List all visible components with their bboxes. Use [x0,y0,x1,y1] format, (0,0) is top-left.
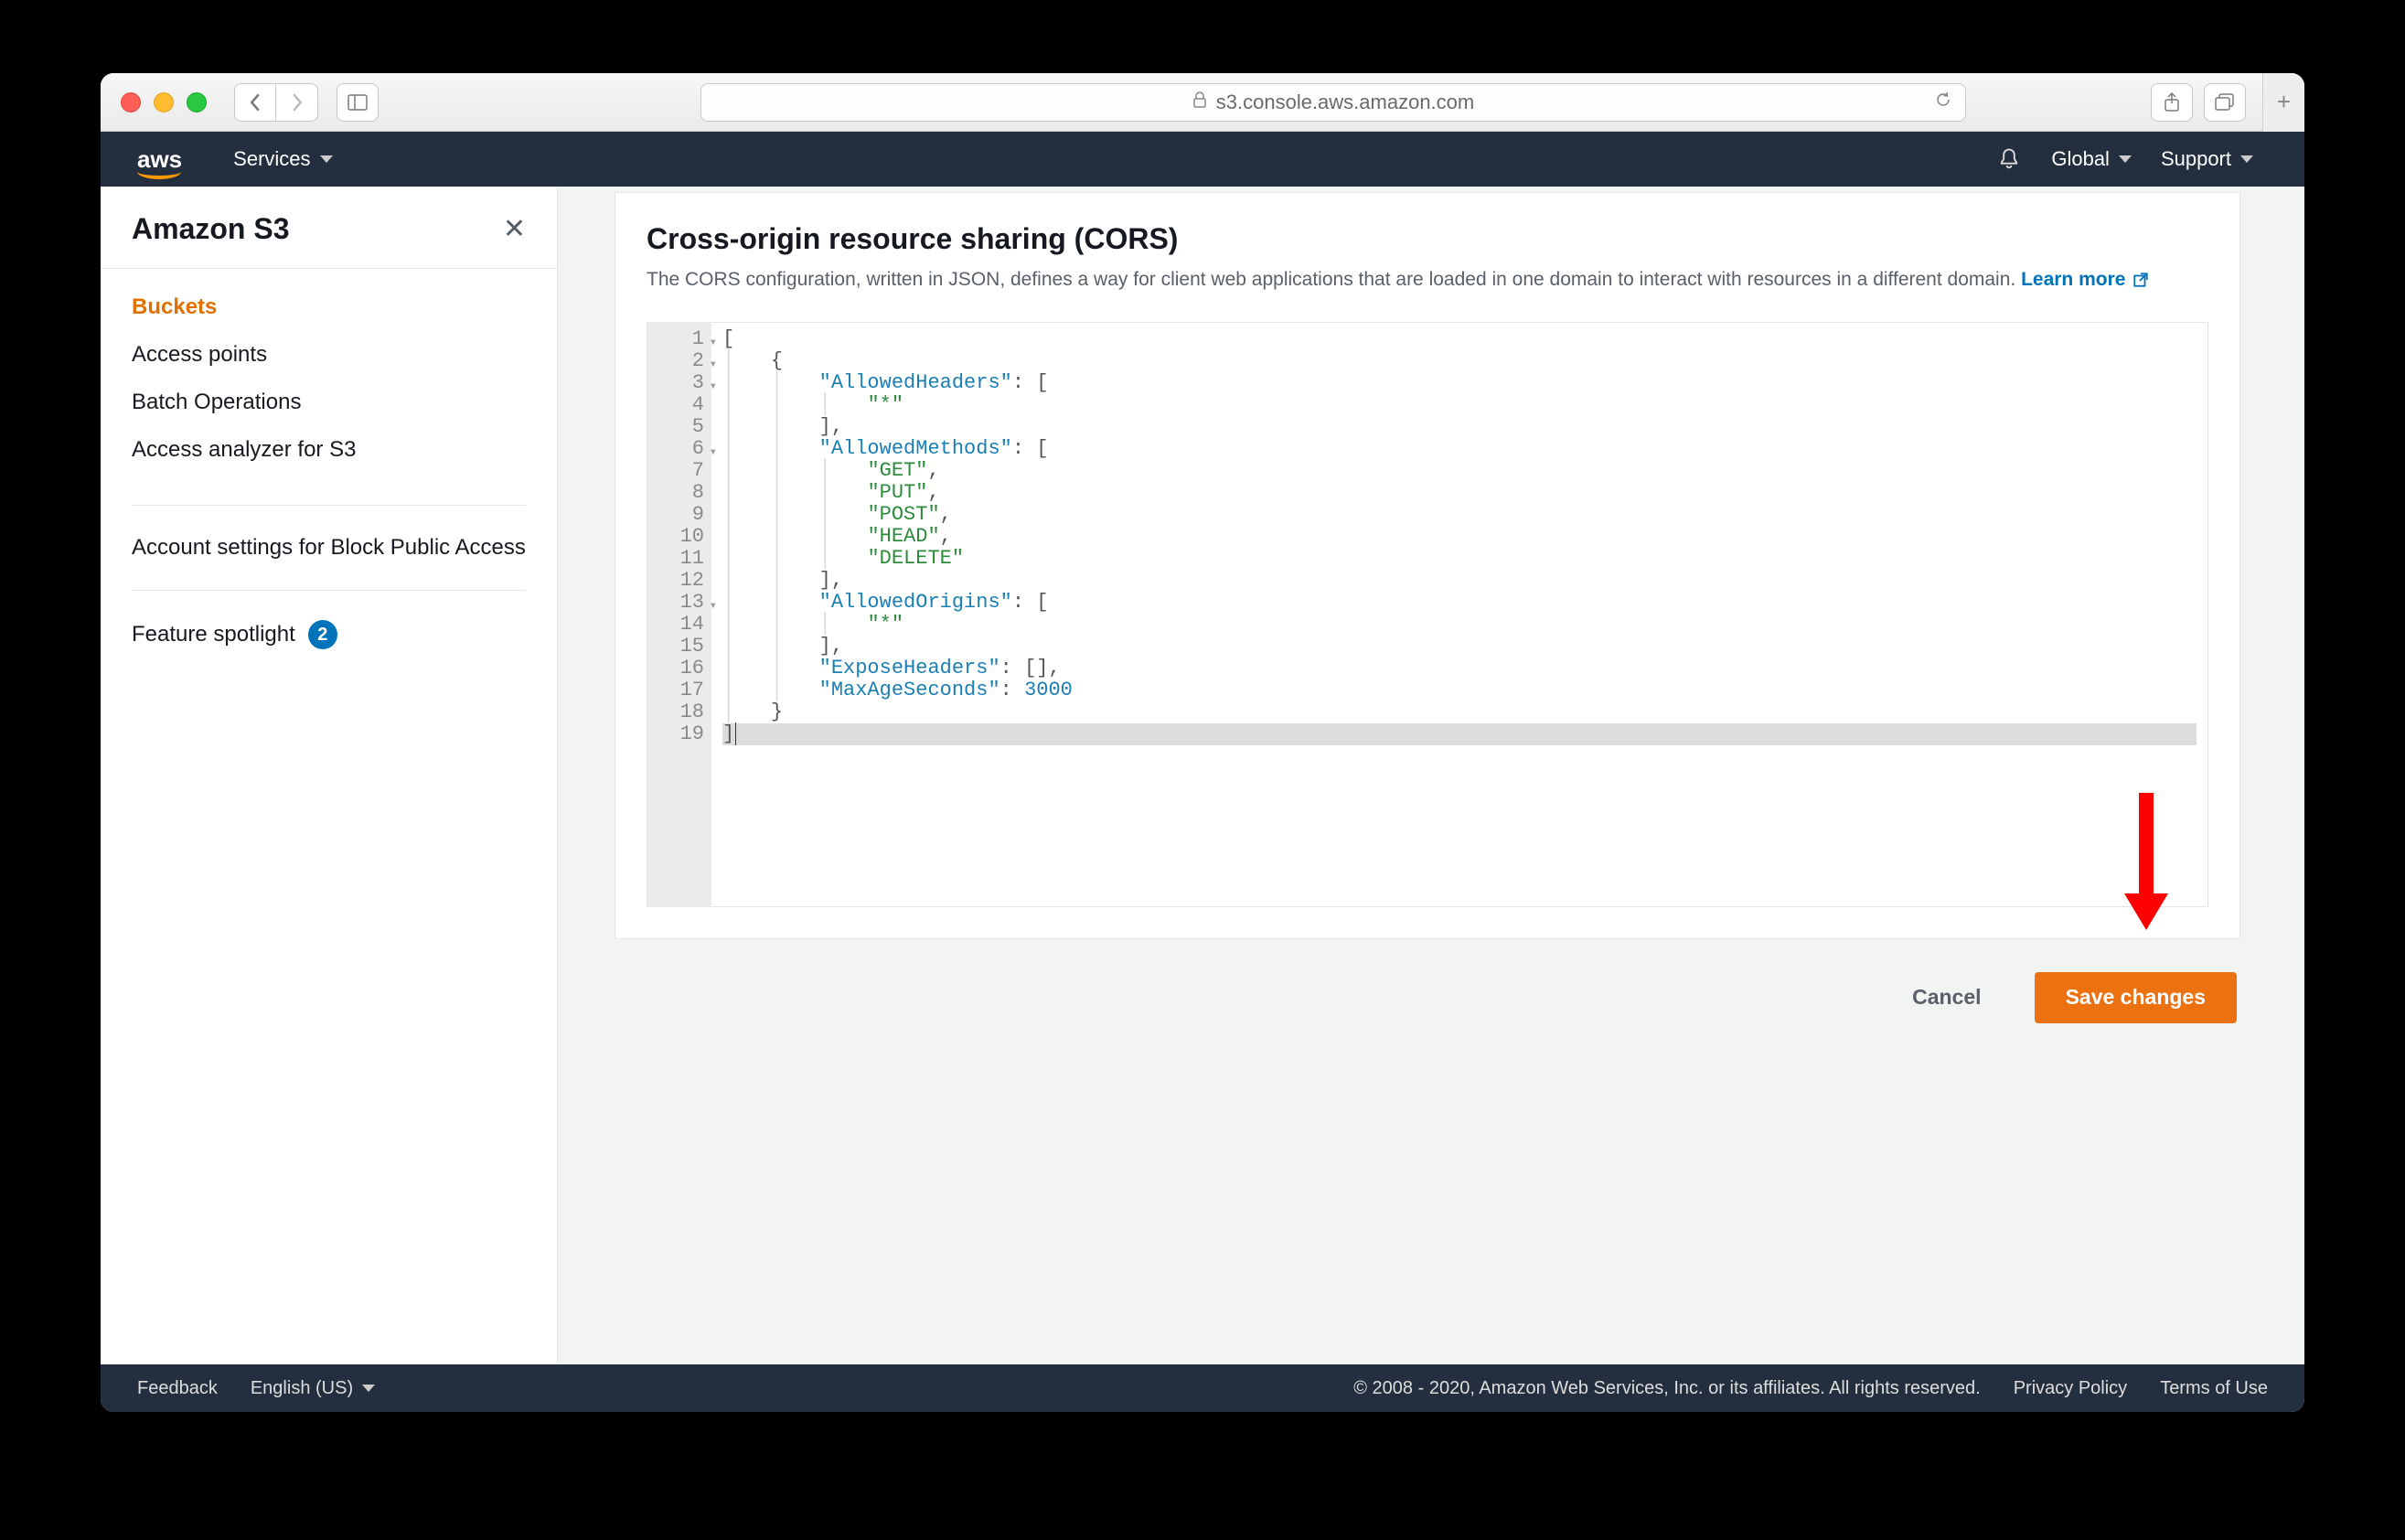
caret-down-icon [2119,155,2132,163]
new-tab-button[interactable]: + [2262,73,2304,132]
divider [132,505,526,506]
sidebar-item-access-analyzer[interactable]: Access analyzer for S3 [132,426,526,474]
aws-logo[interactable]: aws [137,145,182,174]
json-editor[interactable]: 1▾2▾3▾456▾78910111213▾141516171819 [│ {│… [647,322,2208,907]
main: Amazon S3 ✕ Buckets Access points Batch … [101,187,2304,1364]
code-line[interactable]: │ │ "AllowedMethods": [ [722,438,2197,460]
sidebar-block-label: Account settings for Block Public Access [132,535,526,560]
support-menu[interactable]: Support [2146,147,2268,171]
code-line[interactable]: │ │ "AllowedOrigins": [ [722,592,2197,614]
language-label: English (US) [251,1378,353,1399]
content: Cross-origin resource sharing (CORS) The… [558,187,2304,1364]
browser-window: s3.console.aws.amazon.com + aws Services [101,73,2304,1412]
code-line[interactable]: │ │ │ "HEAD", [722,526,2197,548]
caret-down-icon [2240,155,2253,163]
sidebar-item-buckets[interactable]: Buckets [132,283,526,331]
code-line[interactable]: │ } [722,701,2197,723]
code-line[interactable]: │ │ │ "*" [722,394,2197,416]
terms-link[interactable]: Terms of Use [2160,1378,2268,1399]
cors-panel: Cross-origin resource sharing (CORS) The… [615,192,2240,939]
region-label: Global [2051,147,2110,171]
aws-logo-text: aws [137,145,182,173]
sidebar-item-block-public-access[interactable]: Account settings for Block Public Access [101,522,557,573]
sidebar: Amazon S3 ✕ Buckets Access points Batch … [101,187,558,1364]
code-line[interactable]: │ │ │ "PUT", [722,482,2197,504]
window-controls [121,92,207,112]
reload-icon[interactable] [1934,91,1952,114]
services-label: Services [233,147,310,171]
sidebar-nav: Buckets Access points Batch Operations A… [101,269,557,488]
panel-title: Cross-origin resource sharing (CORS) [647,222,2208,256]
share-button[interactable] [2151,83,2193,122]
region-menu[interactable]: Global [2036,147,2146,171]
code-line[interactable]: │ │ "AllowedHeaders": [ [722,372,2197,394]
code-line[interactable]: │ { [722,350,2197,372]
tabs-button[interactable] [2204,83,2246,122]
learn-more-link[interactable]: Learn more [2021,265,2149,294]
panel-description: The CORS configuration, written in JSON,… [647,265,2208,294]
sidebar-item-batch-operations[interactable]: Batch Operations [132,379,526,426]
lock-icon [1192,91,1207,112]
action-buttons: Cancel Save changes [615,939,2240,1032]
close-icon[interactable]: ✕ [503,213,526,245]
spotlight-badge: 2 [308,620,337,649]
code-line[interactable]: │ │ │ "POST", [722,504,2197,526]
aws-navbar: aws Services Global Support [101,132,2304,187]
code-line[interactable]: │ │ ], [722,636,2197,658]
titlebar: s3.console.aws.amazon.com + [101,73,2304,132]
editor-gutter: 1▾2▾3▾456▾78910111213▾141516171819 [647,323,711,906]
sidebar-item-feature-spotlight[interactable]: Feature spotlight 2 [101,607,557,662]
learn-more-label: Learn more [2021,265,2125,294]
caret-down-icon [320,155,333,163]
language-menu[interactable]: English (US) [251,1378,375,1399]
code-line[interactable]: │ │ ], [722,570,2197,592]
code-line[interactable]: │ │ │ "GET", [722,460,2197,482]
copyright-text: © 2008 - 2020, Amazon Web Services, Inc.… [1353,1378,1980,1399]
sidebar-title: Amazon S3 [132,212,289,246]
save-changes-button[interactable]: Save changes [2035,972,2237,1023]
code-line[interactable]: ] [722,723,2197,745]
minimize-window-icon[interactable] [154,92,174,112]
support-label: Support [2161,147,2231,171]
code-line[interactable]: │ │ ], [722,416,2197,438]
titlebar-right: + [2151,73,2290,132]
close-window-icon[interactable] [121,92,141,112]
url-text: s3.console.aws.amazon.com [1216,91,1474,114]
external-link-icon [2132,272,2149,288]
code-line[interactable]: │ │ "ExposeHeaders": [], [722,658,2197,679]
bell-icon [1996,146,2022,172]
nav-buttons [234,83,318,122]
feedback-link[interactable]: Feedback [137,1378,218,1399]
fullscreen-window-icon[interactable] [187,92,207,112]
cancel-button[interactable]: Cancel [1881,972,2012,1023]
code-line[interactable]: │ │ "MaxAgeSeconds": 3000 [722,679,2197,701]
address-bar[interactable]: s3.console.aws.amazon.com [700,83,1966,122]
code-line[interactable]: │ │ │ "*" [722,614,2197,636]
sidebar-toggle-button[interactable] [337,83,379,122]
editor-code[interactable]: [│ {│ │ "AllowedHeaders": [│ │ │ "*"│ │ … [711,323,2207,906]
aws-smile-icon [137,170,181,179]
panel-desc-text: The CORS configuration, written in JSON,… [647,269,2021,290]
sidebar-item-access-points[interactable]: Access points [132,331,526,379]
notifications-button[interactable] [1982,146,2036,172]
footer: Feedback English (US) © 2008 - 2020, Ama… [101,1364,2304,1412]
annotation-arrow-icon [2132,793,2160,930]
code-line[interactable]: │ │ │ "DELETE" [722,548,2197,570]
privacy-link[interactable]: Privacy Policy [2014,1378,2127,1399]
divider [132,590,526,591]
spotlight-label: Feature spotlight [132,622,295,647]
caret-down-icon [362,1385,375,1392]
forward-button[interactable] [276,83,318,122]
code-line[interactable]: [ [722,328,2197,350]
services-menu[interactable]: Services [219,147,347,171]
back-button[interactable] [234,83,276,122]
sidebar-header: Amazon S3 ✕ [101,209,557,269]
